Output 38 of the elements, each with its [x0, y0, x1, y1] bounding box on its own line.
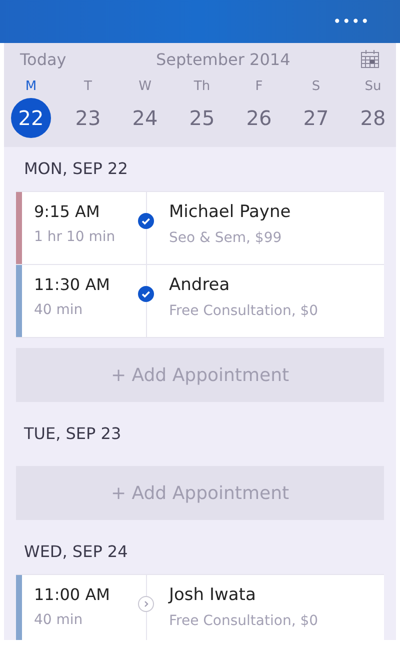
day-heading: MON, SEP 22 — [23, 158, 129, 180]
date-button[interactable]: 27 — [296, 98, 336, 138]
date-button[interactable]: 28 — [353, 98, 393, 138]
date-button[interactable]: 23 — [68, 98, 108, 138]
service-price: Free Consultation, $0 — [169, 613, 318, 629]
weekday-label: M — [25, 79, 37, 94]
add-appointment-button[interactable]: + Add Appointment — [16, 348, 384, 402]
weekday-label: W — [138, 79, 152, 94]
today-link[interactable]: Today — [20, 50, 66, 68]
appointment-time: 11:30 AM — [34, 275, 111, 294]
calendar-icon[interactable] — [360, 49, 380, 69]
date-button[interactable]: 26 — [239, 98, 279, 138]
appointment-time: 11:00 AM — [34, 585, 111, 604]
weekday-label: F — [255, 79, 263, 94]
day-heading: TUE, SEP 23 — [23, 423, 122, 445]
weekday-label: Su — [364, 79, 382, 94]
appointment-row[interactable]: 11:00 AM 40 min Josh Iwata Free Consultation, $0 — [16, 575, 384, 640]
service-price: Free Consultation, $0 — [169, 303, 318, 319]
add-appointment-button[interactable]: + Add Appointment — [16, 466, 384, 520]
weekday-label: T — [84, 79, 92, 94]
appointment-row[interactable]: 11:30 AM 40 min Andrea Free Consultation, $0 — [16, 265, 384, 338]
more-button[interactable]: •••• — [332, 14, 370, 30]
appointment-duration: 40 min — [34, 302, 84, 318]
month-title: September 2014 — [156, 50, 290, 68]
weekday-label: S — [312, 79, 320, 94]
client-name: Josh Iwata — [169, 585, 257, 605]
day-heading: WED, SEP 24 — [23, 541, 129, 563]
appointment-duration: 1 hr 10 min — [34, 229, 116, 245]
appointment-time: 9:15 AM — [34, 202, 101, 221]
client-name: Andrea — [169, 275, 231, 295]
service-price: Seo & Sem, $99 — [169, 230, 283, 246]
client-name: Michael Payne — [169, 202, 291, 222]
weekday-label: Th — [194, 79, 210, 94]
date-button[interactable]: 24 — [125, 98, 165, 138]
date-button[interactable]: 25 — [182, 98, 222, 138]
appointment-duration: 40 min — [34, 612, 84, 628]
appointment-row[interactable]: 9:15 AM 1 hr 10 min Michael Payne Seo & Sem, $99 — [16, 192, 384, 265]
date-button[interactable]: 22 — [11, 98, 51, 138]
